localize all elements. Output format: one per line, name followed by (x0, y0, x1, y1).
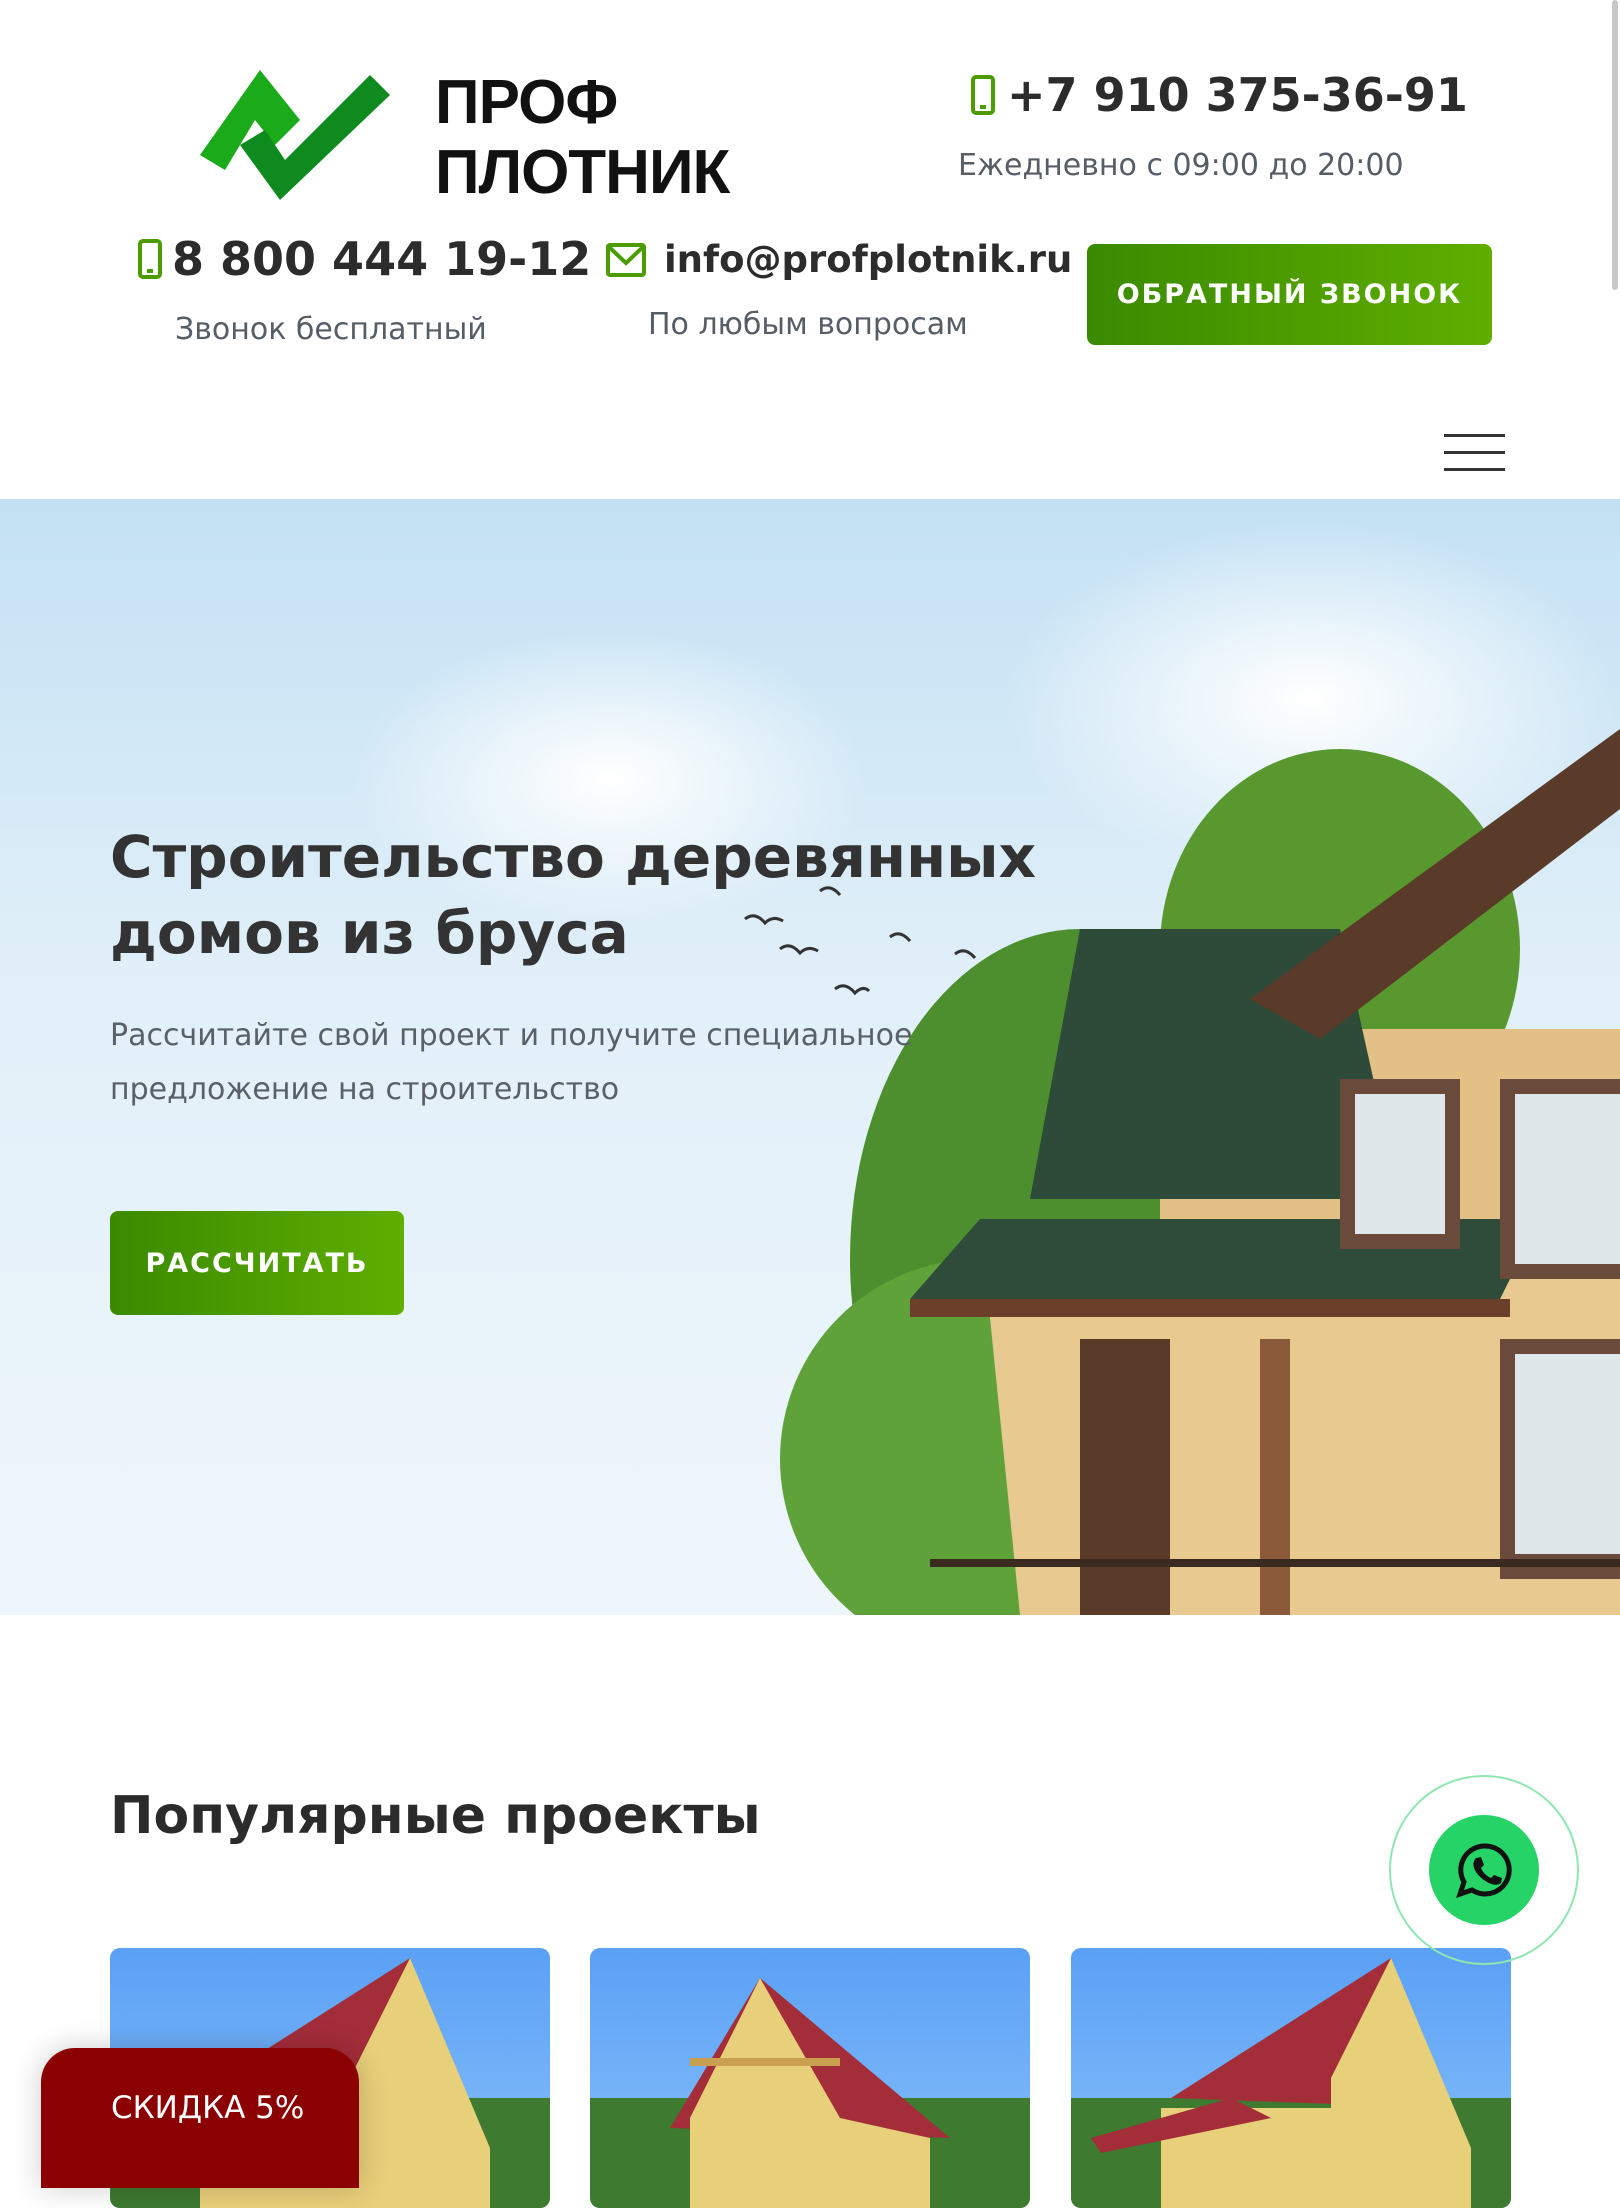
hero-title-line1: Строительство деревянных (110, 823, 1037, 891)
logo-text-line2: ПЛОТНИК (435, 138, 730, 207)
hero-title: Строительство деревянных домов из бруса (110, 819, 1036, 971)
callback-button[interactable]: ОБРАТНЫЙ ЗВОНОК (1087, 244, 1492, 345)
hero-subtitle-line2: предложение на строительство (110, 1072, 620, 1107)
email-contact[interactable]: info@profplotnik.ru (606, 238, 1072, 281)
email-address: info@profplotnik.ru (664, 238, 1073, 281)
project-card[interactable] (590, 1948, 1030, 2208)
scrollbar[interactable] (1612, 0, 1618, 290)
hero-subtitle: Рассчитайте свой проект и получите специ… (110, 1009, 912, 1117)
schedule-text: Ежедневно с 09:00 до 20:00 (958, 148, 1404, 183)
calculate-button[interactable]: РАССЧИТАТЬ (110, 1211, 404, 1315)
logo-text-line1: ПРОФ (435, 68, 618, 137)
envelope-icon (606, 242, 646, 277)
mobile-phone-icon (138, 239, 162, 279)
mobile-phone-icon (971, 75, 995, 115)
whatsapp-button[interactable] (1389, 1775, 1579, 1965)
hero-subtitle-line1: Рассчитайте свой проект и получите специ… (110, 1018, 913, 1053)
hamburger-menu-icon[interactable] (1444, 434, 1505, 472)
free-phone[interactable]: 8 800 444 19-12 (138, 232, 591, 286)
free-phone-caption: Звонок бесплатный (175, 312, 487, 347)
discount-label: СКИДКА 5% (111, 2090, 305, 2126)
hero-banner: Строительство деревянных домов из бруса … (0, 499, 1620, 1615)
project-image (1071, 1958, 1511, 2208)
hero-title-line2: домов из бруса (110, 899, 629, 967)
discount-badge[interactable]: СКИДКА 5% (41, 2048, 359, 2188)
project-image (590, 1978, 1030, 2208)
whatsapp-icon (1456, 1843, 1512, 1898)
logo[interactable]: ПРОФ ПЛОТНИК (190, 60, 730, 210)
logo-icon (200, 70, 390, 200)
email-caption: По любым вопросам (648, 307, 968, 342)
projects-title: Популярные проекты (110, 1786, 761, 1846)
project-card[interactable] (1071, 1948, 1511, 2208)
free-phone-number: 8 800 444 19-12 (172, 232, 592, 286)
main-phone-number: +7 910 375-36-91 (1007, 68, 1468, 122)
main-phone[interactable]: +7 910 375-36-91 (971, 68, 1468, 122)
